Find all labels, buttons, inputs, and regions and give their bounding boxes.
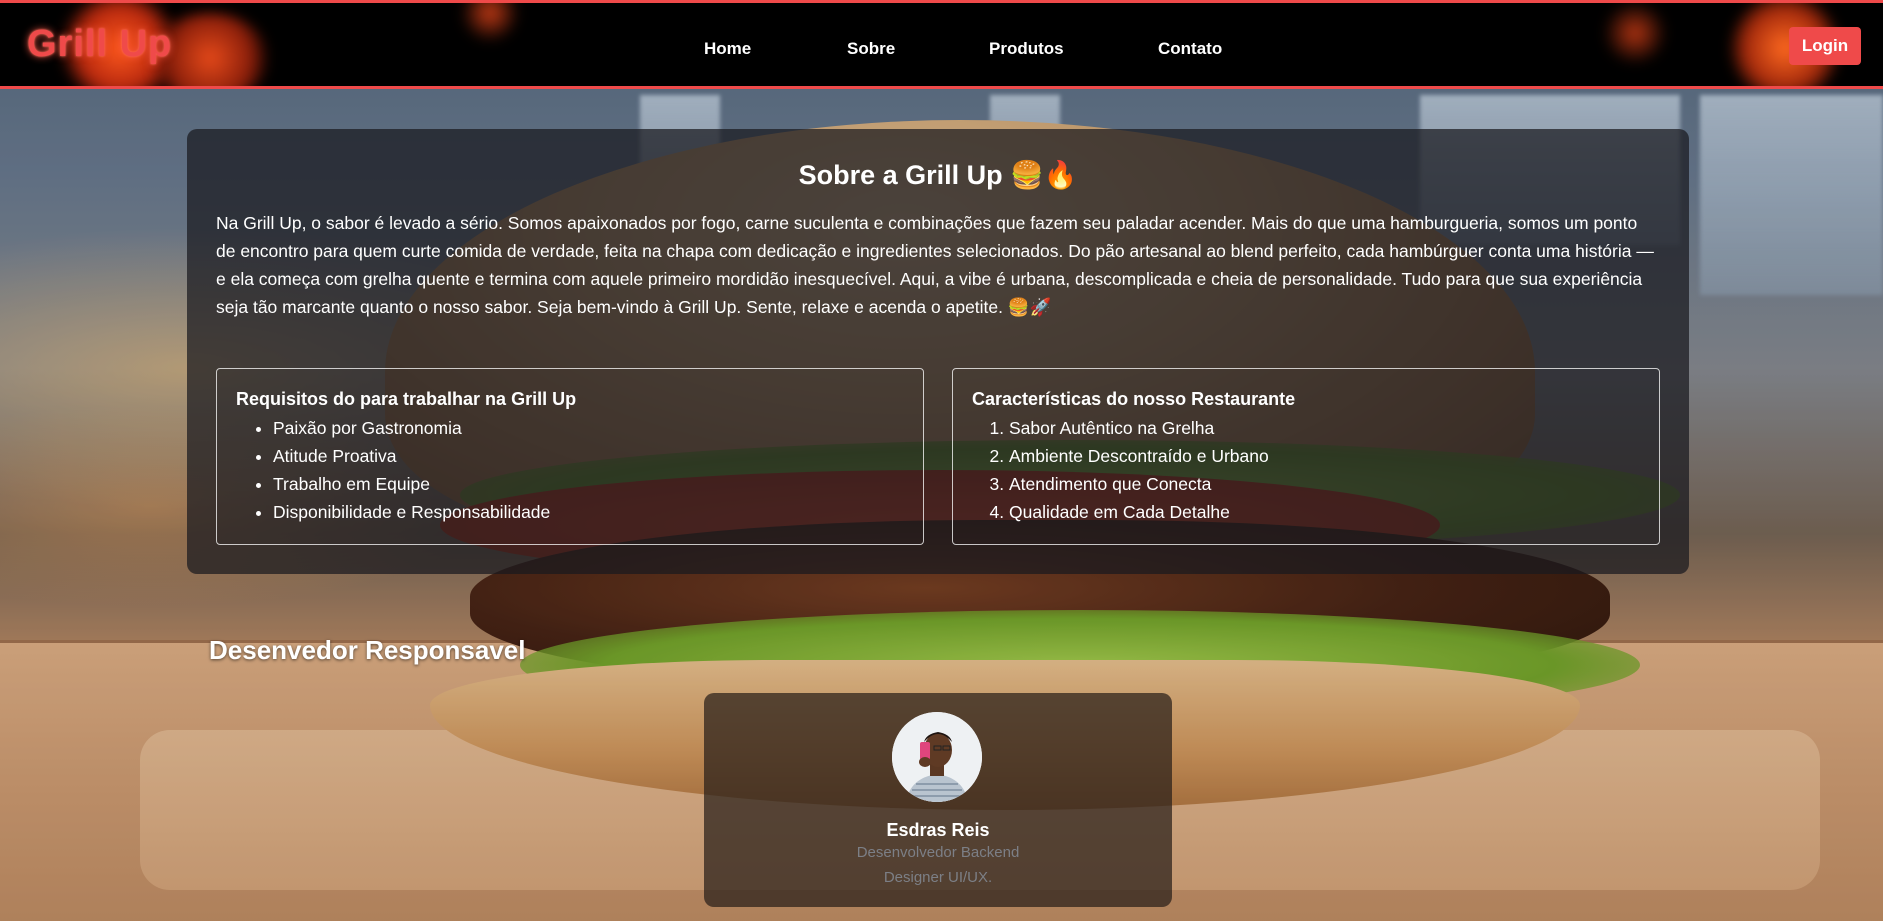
about-description: Na Grill Up, o sabor é levado a sério. S…	[216, 213, 1654, 317]
features-box: Características do nosso Restaurante Sab…	[952, 368, 1660, 545]
list-item: Paixão por Gastronomia	[273, 414, 904, 442]
features-title: Características do nosso Restaurante	[972, 389, 1296, 409]
main-nav: Home Sobre Produtos Contato	[0, 39, 1883, 59]
list-item: Trabalho em Equipe	[273, 470, 904, 498]
nav-link-produtos[interactable]: Produtos	[989, 39, 1064, 59]
developer-card: Esdras Reis Desenvolvedor Backend Design…	[704, 693, 1172, 907]
features-list: Sabor Autêntico na Grelha Ambiente Desco…	[972, 414, 1640, 526]
developer-name: Esdras Reis	[886, 820, 990, 840]
list-item: Atendimento que Conecta	[1009, 470, 1640, 498]
list-item: Atitude Proativa	[273, 442, 904, 470]
list-item: Qualidade em Cada Detalhe	[1009, 498, 1640, 526]
requirements-list: Paixão por Gastronomia Atitude Proativa …	[236, 414, 904, 526]
list-item: Sabor Autêntico na Grelha	[1009, 414, 1640, 442]
site-header: Grill Up Home Sobre Produtos Contato Log…	[0, 0, 1883, 89]
avatar	[892, 712, 982, 802]
requirements-box: Requisitos do para trabalhar na Grill Up…	[216, 368, 924, 545]
developer-role: Desenvolvedor Backend	[856, 844, 1020, 861]
about-title: Sobre a Grill Up 🍔🔥	[798, 160, 1078, 190]
list-item: Ambiente Descontraído e Urbano	[1009, 442, 1640, 470]
list-item: Disponibilidade e Responsabilidade	[273, 498, 904, 526]
developer-heading: Desenvedor Responsavel	[209, 635, 526, 665]
login-button[interactable]: Login	[1789, 27, 1861, 65]
nav-link-contato[interactable]: Contato	[1158, 39, 1222, 59]
nav-link-home[interactable]: Home	[704, 39, 751, 59]
nav-link-sobre[interactable]: Sobre	[847, 39, 895, 59]
flame-decoration	[460, 3, 520, 43]
requirements-title: Requisitos do para trabalhar na Grill Up	[236, 389, 577, 409]
about-section: Sobre a Grill Up 🍔🔥 Na Grill Up, o sabor…	[187, 129, 1689, 574]
developer-role: Designer UI/UX.	[883, 869, 993, 886]
